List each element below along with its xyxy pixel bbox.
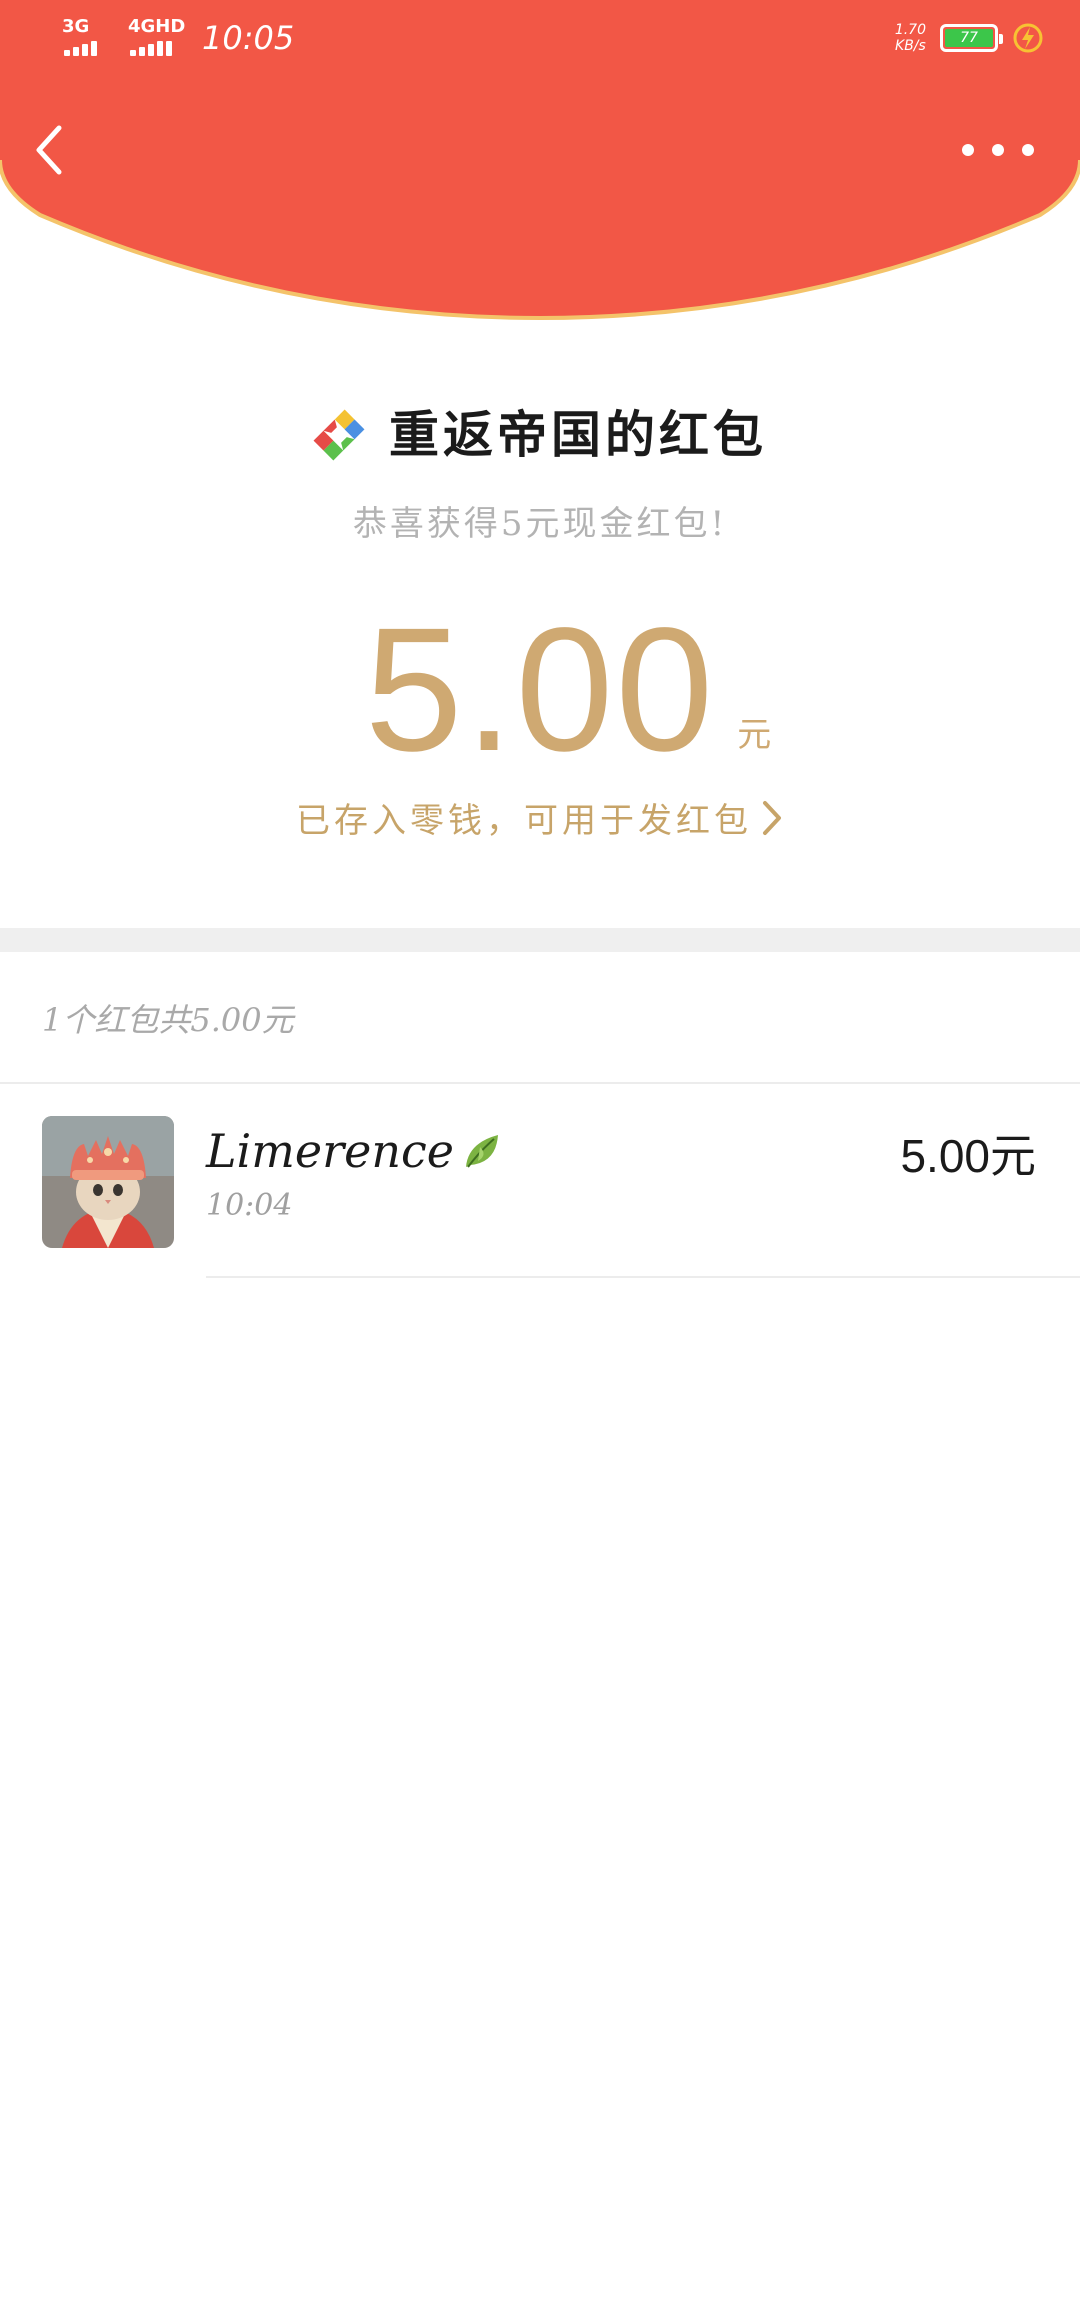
signal-3g-icon: 3G [62, 18, 114, 58]
row-divider [206, 1276, 1080, 1278]
receive-time: 10:04 [206, 1188, 293, 1223]
red-packet-detail-screen: 3G 4GHD 10:05 1.70 KB/s 77 重返帝国的红包 恭喜获得5… [0, 0, 1080, 2316]
packet-summary: 1个红包共5.00元 [42, 1001, 294, 1039]
more-options-button[interactable] [962, 126, 1034, 174]
greeting-subtitle: 恭喜获得5元现金红包! [352, 504, 728, 544]
receiver-row[interactable]: Limerence 10:04 5.00元 [0, 1086, 1080, 1276]
avatar[interactable] [42, 1116, 174, 1248]
receiver-name: Limerence [206, 1124, 504, 1178]
app-logo-icon [313, 409, 365, 461]
amount-row: 5.00 元 [0, 600, 1080, 780]
chevron-right-icon [763, 800, 781, 835]
signal-4g-icon: 4GHD [128, 16, 186, 58]
network-type-2: 4GHD [128, 16, 186, 37]
wallet-link-label: 已存入零钱，可用于发红包 [296, 801, 752, 841]
divider-line [0, 1082, 1080, 1084]
network-speed: 1.70 KB/s [894, 22, 926, 54]
more-dot-icon [1022, 144, 1034, 156]
back-button[interactable] [26, 120, 70, 180]
wallet-link[interactable]: 已存入零钱，可用于发红包 [0, 793, 1080, 842]
battery-level: 77 [945, 29, 993, 47]
sender-title-row: 重返帝国的红包 [0, 404, 1080, 466]
section-divider [0, 928, 1080, 952]
more-dot-icon [992, 144, 1004, 156]
status-right: 1.70 KB/s 77 [895, 22, 1044, 54]
status-left: 3G 4GHD 10:05 [62, 18, 294, 58]
receive-amount: 5.00元 [900, 1130, 1036, 1182]
battery-icon: 77 [940, 24, 1003, 52]
charging-icon [1013, 23, 1043, 53]
cat-avatar-icon [42, 1116, 174, 1248]
leaf-emoji-icon [465, 1135, 498, 1168]
back-arrow-icon [36, 125, 62, 175]
network-type-1: 3G [62, 16, 90, 37]
status-bar: 3G 4GHD 10:05 1.70 KB/s 77 [0, 0, 1080, 80]
sender-title: 重返帝国的红包 [389, 405, 767, 464]
amount-value: 5.00 [364, 592, 716, 788]
more-dot-icon [962, 144, 974, 156]
status-time: 10:05 [202, 19, 295, 57]
amount-unit: 元 [737, 715, 772, 755]
